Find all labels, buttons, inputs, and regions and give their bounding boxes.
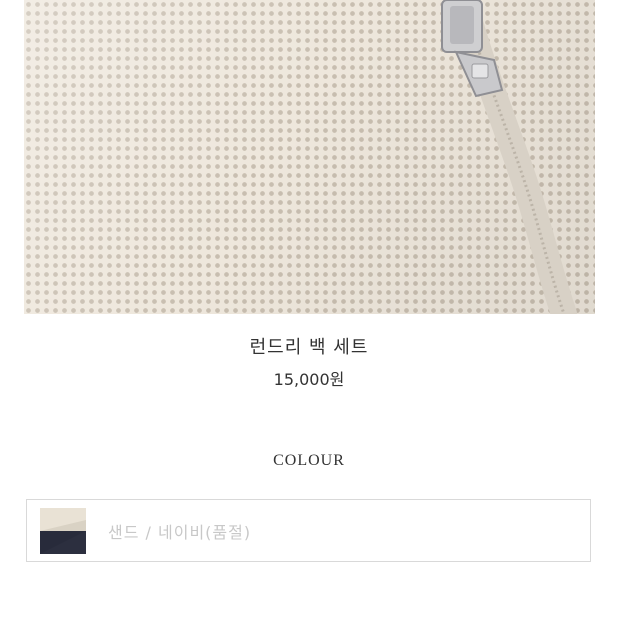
colour-heading: COLOUR xyxy=(273,452,345,469)
product-page: 런드리 백 세트 15,000원 COLOUR 샌드 / 네이비(품절) xyxy=(0,0,618,618)
product-price: 15,000원 xyxy=(273,370,345,389)
colour-swatch xyxy=(40,507,86,554)
product-photo xyxy=(24,0,595,314)
product-title: 런드리 백 세트 xyxy=(249,337,369,358)
zipper-illustration xyxy=(441,0,577,314)
colour-option-label: 샌드 / 네이비(품절) xyxy=(108,522,252,542)
colour-option-sand-navy[interactable]: 샌드 / 네이비(품절) xyxy=(26,499,591,562)
